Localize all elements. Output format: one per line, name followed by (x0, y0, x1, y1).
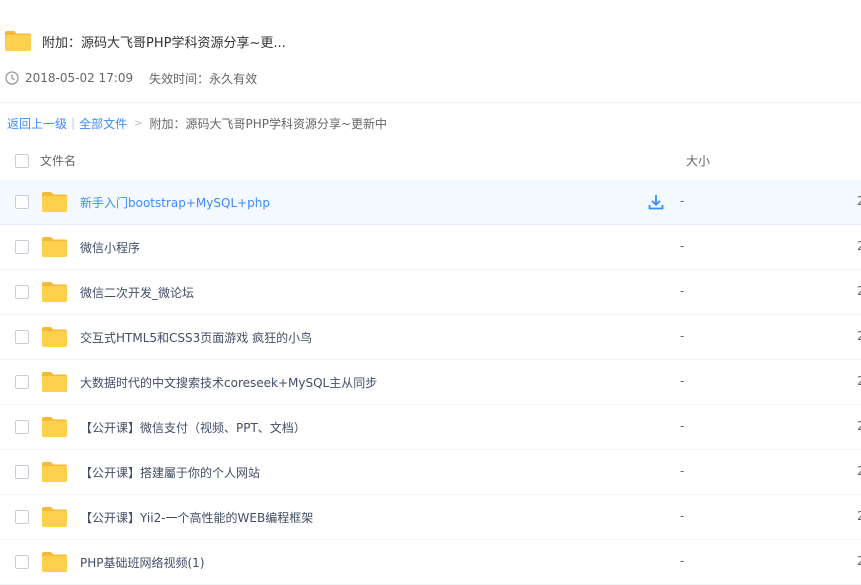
file-size: - (680, 509, 685, 523)
file-name-link[interactable]: 【公开课】微信支付（视频、PPT、文档） (80, 419, 306, 436)
file-size: - (680, 419, 685, 433)
folder-icon (41, 506, 68, 528)
folder-icon (41, 551, 68, 573)
row-checkbox[interactable] (15, 195, 29, 209)
share-title-row: 附加：源码大飞哥PHP学科资源分享~更... (4, 27, 286, 55)
file-date-clipped: 2 (857, 284, 861, 298)
file-size: - (680, 329, 685, 343)
file-row[interactable]: 【公开课】搭建屬于你的个人网站 - 2 (0, 450, 861, 495)
file-row[interactable]: 交互式HTML5和CSS3页面游戏 疯狂的小鸟 - 2 (0, 315, 861, 360)
file-list: 新手入门bootstrap+MySQL+php - 2 微信小程序 - 2 微信… (0, 180, 861, 585)
share-meta: 2018-05-02 17:09 失效时间：永久有效 (5, 69, 257, 87)
file-date-clipped: 2 (857, 419, 861, 433)
row-checkbox[interactable] (15, 555, 29, 569)
file-date-clipped: 2 (857, 239, 861, 253)
breadcrumb-all-files-link[interactable]: 全部文件 (79, 115, 127, 132)
file-name-link[interactable]: 交互式HTML5和CSS3页面游戏 疯狂的小鸟 (80, 329, 312, 346)
breadcrumb-current: 附加：源码大飞哥PHP学科资源分享~更新中 (149, 116, 388, 131)
column-name-header[interactable]: 文件名 (40, 152, 76, 169)
folder-icon (41, 371, 68, 393)
file-date-clipped: 2 (857, 464, 861, 478)
file-name-link[interactable]: 【公开课】Yii2-一个高性能的WEB编程框架 (80, 509, 313, 526)
file-date-clipped: 2 (857, 554, 861, 568)
folder-icon (4, 30, 32, 52)
file-row[interactable]: 微信二次开发_微论坛 - 2 (0, 270, 861, 315)
row-checkbox[interactable] (15, 420, 29, 434)
file-row[interactable]: 新手入门bootstrap+MySQL+php - 2 (0, 180, 861, 225)
share-header: 附加：源码大飞哥PHP学科资源分享~更... 2018-05-02 17:09 … (0, 0, 861, 103)
file-date-clipped: 2 (857, 194, 861, 208)
file-row[interactable]: 【公开课】Yii2-一个高性能的WEB编程框架 - 2 (0, 495, 861, 540)
file-row[interactable]: 微信小程序 - 2 (0, 225, 861, 270)
file-size: - (680, 374, 685, 388)
file-list-header: 文件名 大小 (0, 140, 861, 181)
share-title: 附加：源码大飞哥PHP学科资源分享~更... (42, 35, 286, 51)
file-name-link[interactable]: PHP基础班网络视频(1) (80, 554, 205, 571)
breadcrumb: 返回上一级 | 全部文件 > 附加：源码大飞哥PHP学科资源分享~更新中 (7, 114, 387, 132)
row-checkbox[interactable] (15, 330, 29, 344)
row-checkbox[interactable] (15, 285, 29, 299)
file-row[interactable]: PHP基础班网络视频(1) - 2 (0, 540, 861, 585)
file-row[interactable]: 大数据时代的中文搜索技术coreseek+MySQL主从同步 - 2 (0, 360, 861, 405)
folder-icon (41, 461, 68, 483)
folder-icon (41, 416, 68, 438)
file-date-clipped: 2 (857, 509, 861, 523)
row-checkbox[interactable] (15, 375, 29, 389)
file-date-clipped: 2 (857, 329, 861, 343)
file-size: - (680, 464, 685, 478)
file-size: - (680, 284, 685, 298)
row-checkbox[interactable] (15, 510, 29, 524)
folder-icon (41, 191, 68, 213)
column-size-header[interactable]: 大小 (686, 152, 710, 169)
file-name-link[interactable]: 大数据时代的中文搜索技术coreseek+MySQL主从同步 (80, 374, 377, 391)
file-size: - (680, 194, 685, 208)
breadcrumb-arrow: > (134, 117, 143, 129)
share-date: 2018-05-02 17:09 (25, 71, 134, 85)
file-name-link[interactable]: 微信小程序 (80, 239, 140, 256)
breadcrumb-back-link[interactable]: 返回上一级 (7, 115, 67, 132)
clock-icon (5, 71, 19, 85)
download-icon[interactable] (647, 193, 665, 215)
file-row[interactable]: 【公开课】微信支付（视频、PPT、文档） - 2 (0, 405, 861, 450)
file-date-clipped: 2 (857, 374, 861, 388)
file-size: - (680, 239, 685, 253)
file-name-link[interactable]: 【公开课】搭建屬于你的个人网站 (80, 464, 260, 481)
file-name-link[interactable]: 新手入门bootstrap+MySQL+php (80, 194, 270, 211)
select-all-checkbox[interactable] (15, 154, 29, 168)
row-checkbox[interactable] (15, 240, 29, 254)
share-expiry: 失效时间：永久有效 (149, 71, 258, 86)
row-checkbox[interactable] (15, 465, 29, 479)
folder-icon (41, 236, 68, 258)
folder-icon (41, 326, 68, 348)
file-name-link[interactable]: 微信二次开发_微论坛 (80, 284, 194, 301)
file-size: - (680, 554, 685, 568)
breadcrumb-divider: | (71, 116, 76, 130)
folder-icon (41, 281, 68, 303)
